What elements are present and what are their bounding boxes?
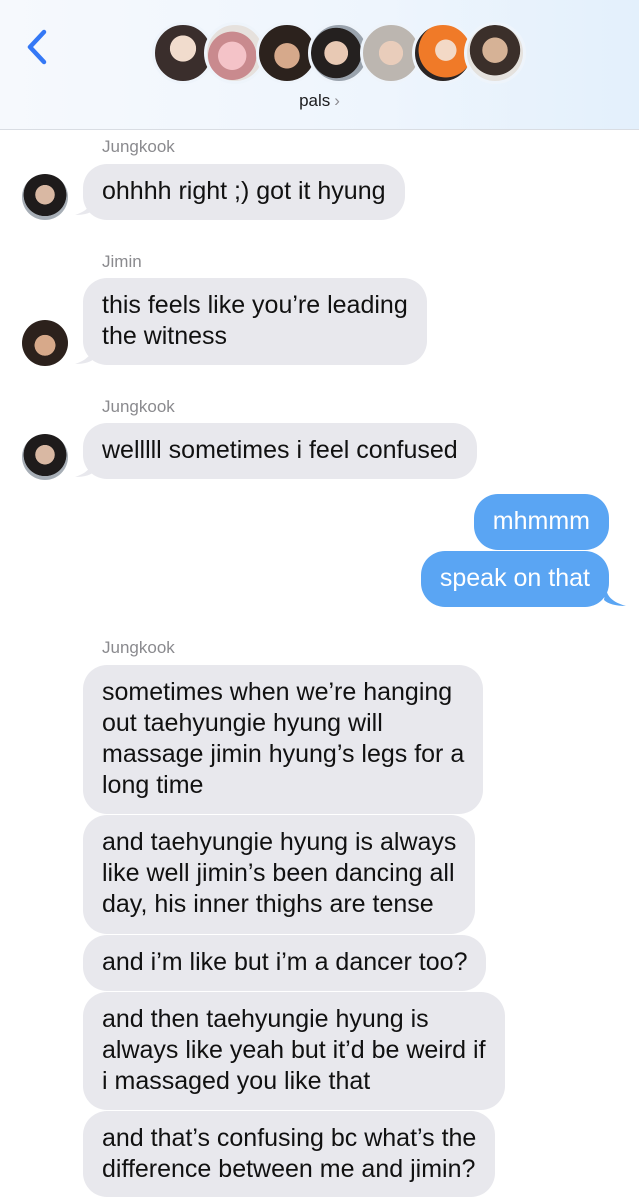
group-name-label: pals <box>299 91 331 110</box>
avatar[interactable] <box>22 174 68 220</box>
message-bubble[interactable]: ohhhh right ;) got it hyung <box>83 164 405 220</box>
avatar <box>464 22 526 84</box>
message-text-line: massage jimin hyung’s legs for a <box>102 740 465 768</box>
message-bubble[interactable]: welllll sometimes i feel confused <box>83 423 477 479</box>
chevron-right-icon: › <box>334 91 340 110</box>
message-bubble[interactable]: and that’s confusing bc what’s the diffe… <box>83 1111 496 1197</box>
avatar[interactable] <box>22 320 68 366</box>
message-text-line: always like yeah but it’d be weird if <box>102 1036 486 1064</box>
chevron-left-icon <box>27 29 47 65</box>
message-text-line: out taehyungie hyung will <box>102 709 383 737</box>
sender-label: Jungkook <box>102 638 175 657</box>
sender-label: Jungkook <box>102 137 175 156</box>
group-name[interactable]: pals › <box>0 91 639 111</box>
message-text-line: and then taehyungie hyung is <box>102 1005 429 1033</box>
conversation-header: pals › <box>0 0 639 130</box>
message-text-line: day, his inner thighs are tense <box>102 890 434 918</box>
message-text: mhmmm <box>492 507 590 535</box>
message-bubble[interactable]: this feels like you’re leading the witne… <box>83 278 427 365</box>
message-bubble[interactable]: and taehyungie hyung is always like well… <box>83 815 476 934</box>
message-text-line: and taehyungie hyung is always <box>102 828 457 856</box>
message-text: ohhhh right ;) got it hyung <box>102 177 386 205</box>
avatar[interactable] <box>22 434 68 480</box>
message-bubble[interactable]: and then taehyungie hyung is always like… <box>83 992 505 1110</box>
message-bubble[interactable]: and i’m like but i’m a dancer too? <box>83 935 487 991</box>
message-text-line: and that’s confusing bc what’s the <box>102 1124 477 1152</box>
message-text-line: the witness <box>102 322 228 350</box>
outgoing-message-bubble[interactable]: mhmmm <box>473 494 609 550</box>
sender-label: Jimin <box>102 252 142 271</box>
message-text-line: difference between me and jimin? <box>102 1155 476 1183</box>
sender-label: Jungkook <box>102 397 175 416</box>
message-text: welllll sometimes i feel confused <box>102 436 458 464</box>
message-text: and i’m like but i’m a dancer too? <box>102 948 468 976</box>
message-text-line: i massaged you like that <box>102 1067 371 1095</box>
message-text-line: this feels like you’re leading <box>102 291 408 319</box>
message-bubble[interactable]: sometimes when we’re hanging out taehyun… <box>83 665 484 814</box>
message-text: speak on that <box>439 564 590 592</box>
message-text-line: sometimes when we’re hanging <box>102 678 453 706</box>
message-text-line: long time <box>102 771 204 799</box>
outgoing-message-bubble[interactable]: speak on that <box>420 551 609 607</box>
back-button[interactable] <box>20 26 54 70</box>
message-text-line: like well jimin’s been dancing all <box>102 859 455 887</box>
